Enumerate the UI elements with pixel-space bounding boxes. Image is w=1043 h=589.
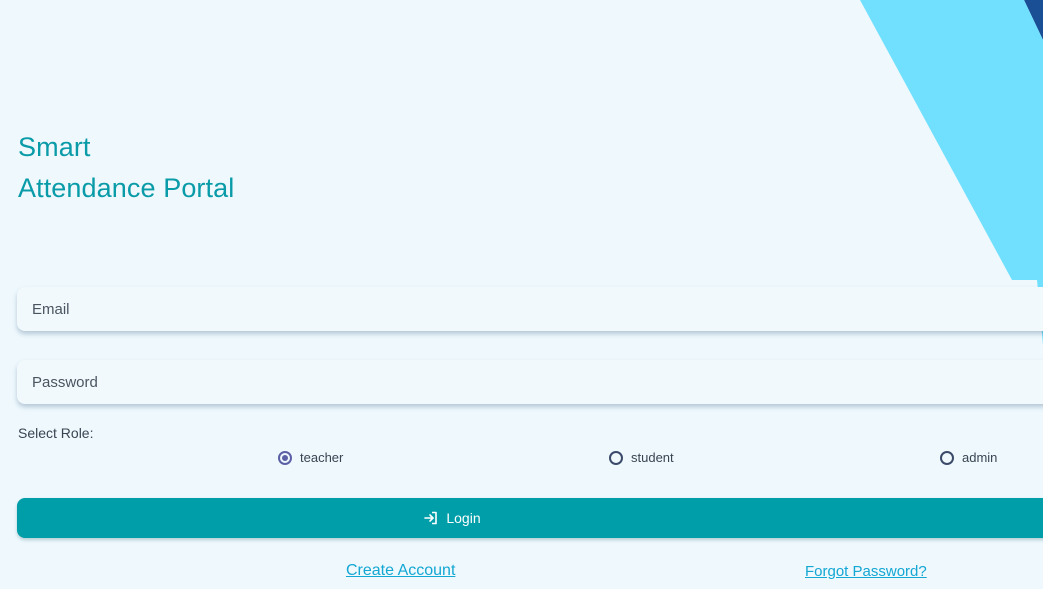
- role-option-label: admin: [962, 450, 998, 465]
- role-option-label: teacher: [300, 450, 344, 465]
- login-button-label: Login: [446, 510, 481, 526]
- password-field-container: [17, 360, 1043, 404]
- role-option-student[interactable]: student: [609, 450, 674, 465]
- login-button-content: Login: [423, 510, 481, 526]
- role-option-admin[interactable]: admin: [940, 450, 997, 465]
- title-line-2: Attendance Portal: [18, 173, 235, 203]
- create-account-link[interactable]: Create Account: [346, 562, 455, 580]
- page-title: Smart Attendance Portal: [18, 127, 234, 209]
- role-label: Select Role:: [18, 425, 94, 441]
- role-option-label: student: [631, 450, 674, 465]
- email-field[interactable]: [17, 287, 1043, 331]
- radio-student[interactable]: [609, 450, 623, 465]
- radio-admin[interactable]: [940, 450, 954, 465]
- email-field-container: [17, 287, 1043, 331]
- login-icon: [424, 511, 438, 525]
- role-option-teacher[interactable]: teacher: [278, 450, 343, 465]
- login-button[interactable]: Login: [17, 498, 1043, 538]
- radio-teacher[interactable]: [278, 450, 292, 465]
- decor-stripe-dark: [1024, 0, 1043, 40]
- password-field[interactable]: [17, 360, 1043, 404]
- title-line-1: Smart: [18, 132, 91, 162]
- forgot-password-link[interactable]: Forgot Password?: [805, 563, 927, 580]
- login-page: Smart Attendance Portal Select Role: tea…: [0, 0, 1043, 589]
